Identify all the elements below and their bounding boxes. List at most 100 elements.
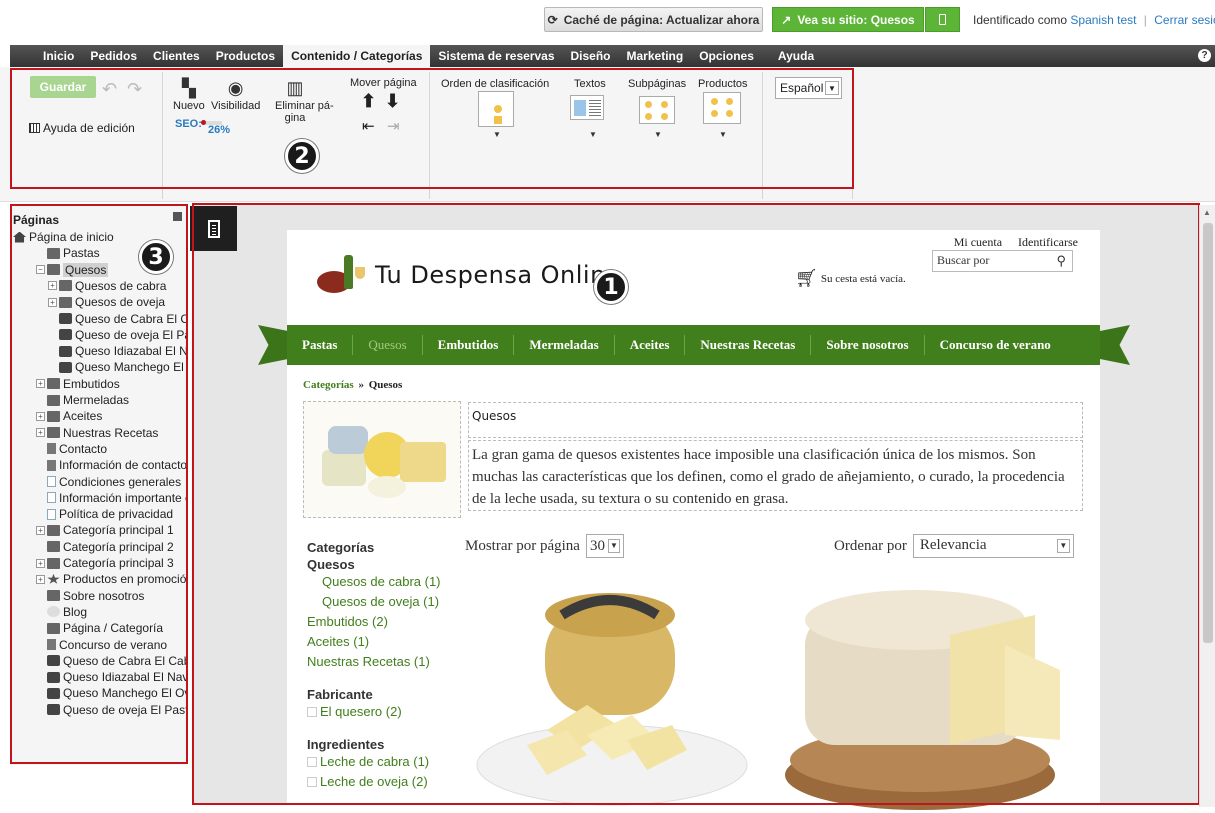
- sidebar-item[interactable]: + Quesos de cabra: [48, 278, 166, 294]
- nav-pastas[interactable]: Pastas: [287, 335, 354, 355]
- sort-order-button[interactable]: [478, 91, 514, 127]
- sidebar-item[interactable]: Condiciones generales: [36, 474, 181, 490]
- nav-aceites[interactable]: Aceites: [615, 335, 686, 355]
- checkbox-icon[interactable]: [307, 777, 317, 787]
- sidebar-item[interactable]: Contacto: [36, 441, 107, 457]
- seo-label[interactable]: SEO:: [175, 118, 202, 130]
- facet-checkbox[interactable]: Leche de cabra (1): [307, 752, 457, 772]
- undo-icon[interactable]: ↶: [102, 79, 117, 100]
- edit-help-button[interactable]: Ayuda de edición: [29, 121, 135, 135]
- menu-opciones[interactable]: Opciones: [691, 45, 762, 67]
- menu-contenido[interactable]: Contenido / Categorías: [283, 45, 431, 67]
- expand-icon[interactable]: +: [36, 558, 45, 568]
- dropdown-arrow-icon[interactable]: ▼: [654, 130, 662, 139]
- menu-pedidos[interactable]: Pedidos: [82, 45, 145, 67]
- menu-marketing[interactable]: Marketing: [619, 45, 692, 67]
- sidebar-item[interactable]: + Categoría principal 1: [36, 522, 174, 538]
- per-page-select[interactable]: 30 ▼: [585, 534, 624, 558]
- indent-icon[interactable]: ⇥: [387, 117, 400, 135]
- nav-embutidos[interactable]: Embutidos: [423, 335, 515, 355]
- dropdown-arrow-icon[interactable]: ▼: [589, 130, 597, 139]
- expand-icon[interactable]: +: [36, 411, 45, 421]
- page-edit-toggle[interactable]: [190, 206, 237, 251]
- login-link[interactable]: Identificarse: [1018, 235, 1078, 250]
- texts-button[interactable]: [570, 95, 604, 120]
- sidebar-item[interactable]: Queso de Cabra El Cabrero: [36, 653, 187, 669]
- menu-diseno[interactable]: Diseño: [563, 45, 619, 67]
- sidebar-item[interactable]: Queso de oveja El Pastor: [36, 702, 187, 718]
- collapse-icon[interactable]: −: [36, 265, 45, 275]
- nav-sobre-nosotros[interactable]: Sobre nosotros: [811, 335, 925, 355]
- facet-link[interactable]: Nuestras Recetas (1): [307, 652, 457, 672]
- menu-ayuda[interactable]: Ayuda: [770, 45, 822, 67]
- collapse-sidebar-icon[interactable]: [173, 212, 182, 221]
- visibility-button[interactable]: ◉ Visibilidad: [211, 78, 260, 112]
- scroll-up-icon[interactable]: ▲: [1203, 208, 1211, 217]
- facet-checkbox[interactable]: El quesero (2): [307, 702, 457, 722]
- expand-icon[interactable]: +: [36, 428, 45, 438]
- product-image[interactable]: [467, 575, 757, 810]
- menu-inicio[interactable]: Inicio: [35, 45, 82, 67]
- sidebar-item[interactable]: Página / Categoría: [36, 620, 163, 636]
- menu-reservas[interactable]: Sistema de reservas: [430, 45, 562, 67]
- sidebar-item[interactable]: Información de contacto: [36, 457, 187, 473]
- menu-productos[interactable]: Productos: [208, 45, 283, 67]
- delete-page-button[interactable]: ▥ Eliminar pá- gina: [275, 78, 334, 124]
- sidebar-item[interactable]: Pastas: [36, 245, 100, 261]
- sidebar-item[interactable]: + Productos en promoción: [36, 571, 187, 587]
- sidebar-item[interactable]: + Nuestras Recetas: [36, 425, 158, 441]
- sort-select[interactable]: Relevancia ▼: [912, 534, 1074, 558]
- sidebar-item[interactable]: + Aceites: [36, 408, 102, 424]
- scrollbar-thumb[interactable]: [1203, 223, 1213, 643]
- dropdown-arrow-icon[interactable]: ▼: [719, 130, 727, 139]
- sidebar-item[interactable]: Queso Idiazabal El Navarro: [36, 669, 187, 685]
- sidebar-item[interactable]: Mermeladas: [36, 392, 129, 408]
- category-description[interactable]: La gran gama de quesos existentes hace i…: [468, 440, 1083, 511]
- subpages-button[interactable]: [639, 96, 675, 124]
- sidebar-item[interactable]: Queso Manchego El Ove: [48, 359, 187, 375]
- arrow-down-icon[interactable]: ⬇: [385, 91, 400, 112]
- sidebar-item[interactable]: Blog: [36, 604, 87, 620]
- facet-checkbox[interactable]: Leche de oveja (2): [307, 772, 457, 792]
- sidebar-item[interactable]: − Quesos: [36, 262, 109, 278]
- sidebar-item[interactable]: Queso Idiazabal El Nava: [48, 343, 187, 359]
- new-page-button[interactable]: ▚ Nuevo: [173, 78, 205, 112]
- save-button[interactable]: Guardar: [30, 76, 96, 98]
- logout-link[interactable]: Cerrar sesión: [1154, 13, 1215, 27]
- checkbox-icon[interactable]: [307, 757, 317, 767]
- sidebar-item[interactable]: Categoría principal 2: [36, 539, 174, 555]
- search-icon[interactable]: ⚲: [1056, 253, 1066, 269]
- help-icon[interactable]: ?: [1198, 49, 1211, 62]
- dropdown-arrow-icon[interactable]: ▼: [493, 130, 501, 139]
- sidebar-item[interactable]: Queso de Cabra El Cabr: [48, 311, 187, 327]
- category-title[interactable]: Quesos: [468, 402, 1083, 438]
- search-input[interactable]: Buscar por ⚲: [932, 250, 1073, 272]
- product-image[interactable]: [780, 575, 1070, 810]
- outdent-icon[interactable]: ⇤: [362, 117, 375, 135]
- nav-recetas[interactable]: Nuestras Recetas: [685, 335, 812, 355]
- sidebar-item[interactable]: + Quesos de oveja: [48, 294, 165, 310]
- sidebar-item[interactable]: Queso de oveja El Pasto: [48, 327, 187, 343]
- expand-icon[interactable]: +: [48, 281, 57, 291]
- shop-logo[interactable]: Tu Despensa Online: [317, 255, 621, 295]
- expand-icon[interactable]: +: [36, 525, 45, 535]
- language-select[interactable]: Español ▼: [775, 77, 842, 99]
- sidebar-item[interactable]: Queso Manchego El Ovejun: [36, 685, 187, 701]
- view-site-button[interactable]: ↗ Vea su sitio: Quesos: [772, 7, 924, 32]
- refresh-cache-button[interactable]: ⟳ Caché de página: Actualizar ahora: [544, 7, 763, 32]
- expand-icon[interactable]: +: [48, 297, 57, 307]
- facet-link[interactable]: Embutidos (2): [307, 612, 457, 632]
- nav-mermeladas[interactable]: Mermeladas: [514, 335, 615, 355]
- arrow-up-icon[interactable]: ⬆: [361, 91, 376, 112]
- sidebar-item[interactable]: + Categoría principal 3: [36, 555, 174, 571]
- sidebar-item[interactable]: Página de inicio: [13, 229, 114, 245]
- vertical-scrollbar[interactable]: ▲: [1199, 205, 1215, 807]
- nav-quesos[interactable]: Quesos: [353, 335, 423, 355]
- facet-link[interactable]: Aceites (1): [307, 632, 457, 652]
- sidebar-item[interactable]: Concurso de verano: [36, 637, 167, 653]
- menu-clientes[interactable]: Clientes: [145, 45, 208, 67]
- sidebar-item[interactable]: Sobre nosotros: [36, 588, 144, 604]
- facet-link[interactable]: Quesos de oveja (1): [307, 592, 457, 612]
- expand-icon[interactable]: +: [36, 574, 45, 584]
- sidebar-item[interactable]: Información importante del c: [36, 490, 187, 506]
